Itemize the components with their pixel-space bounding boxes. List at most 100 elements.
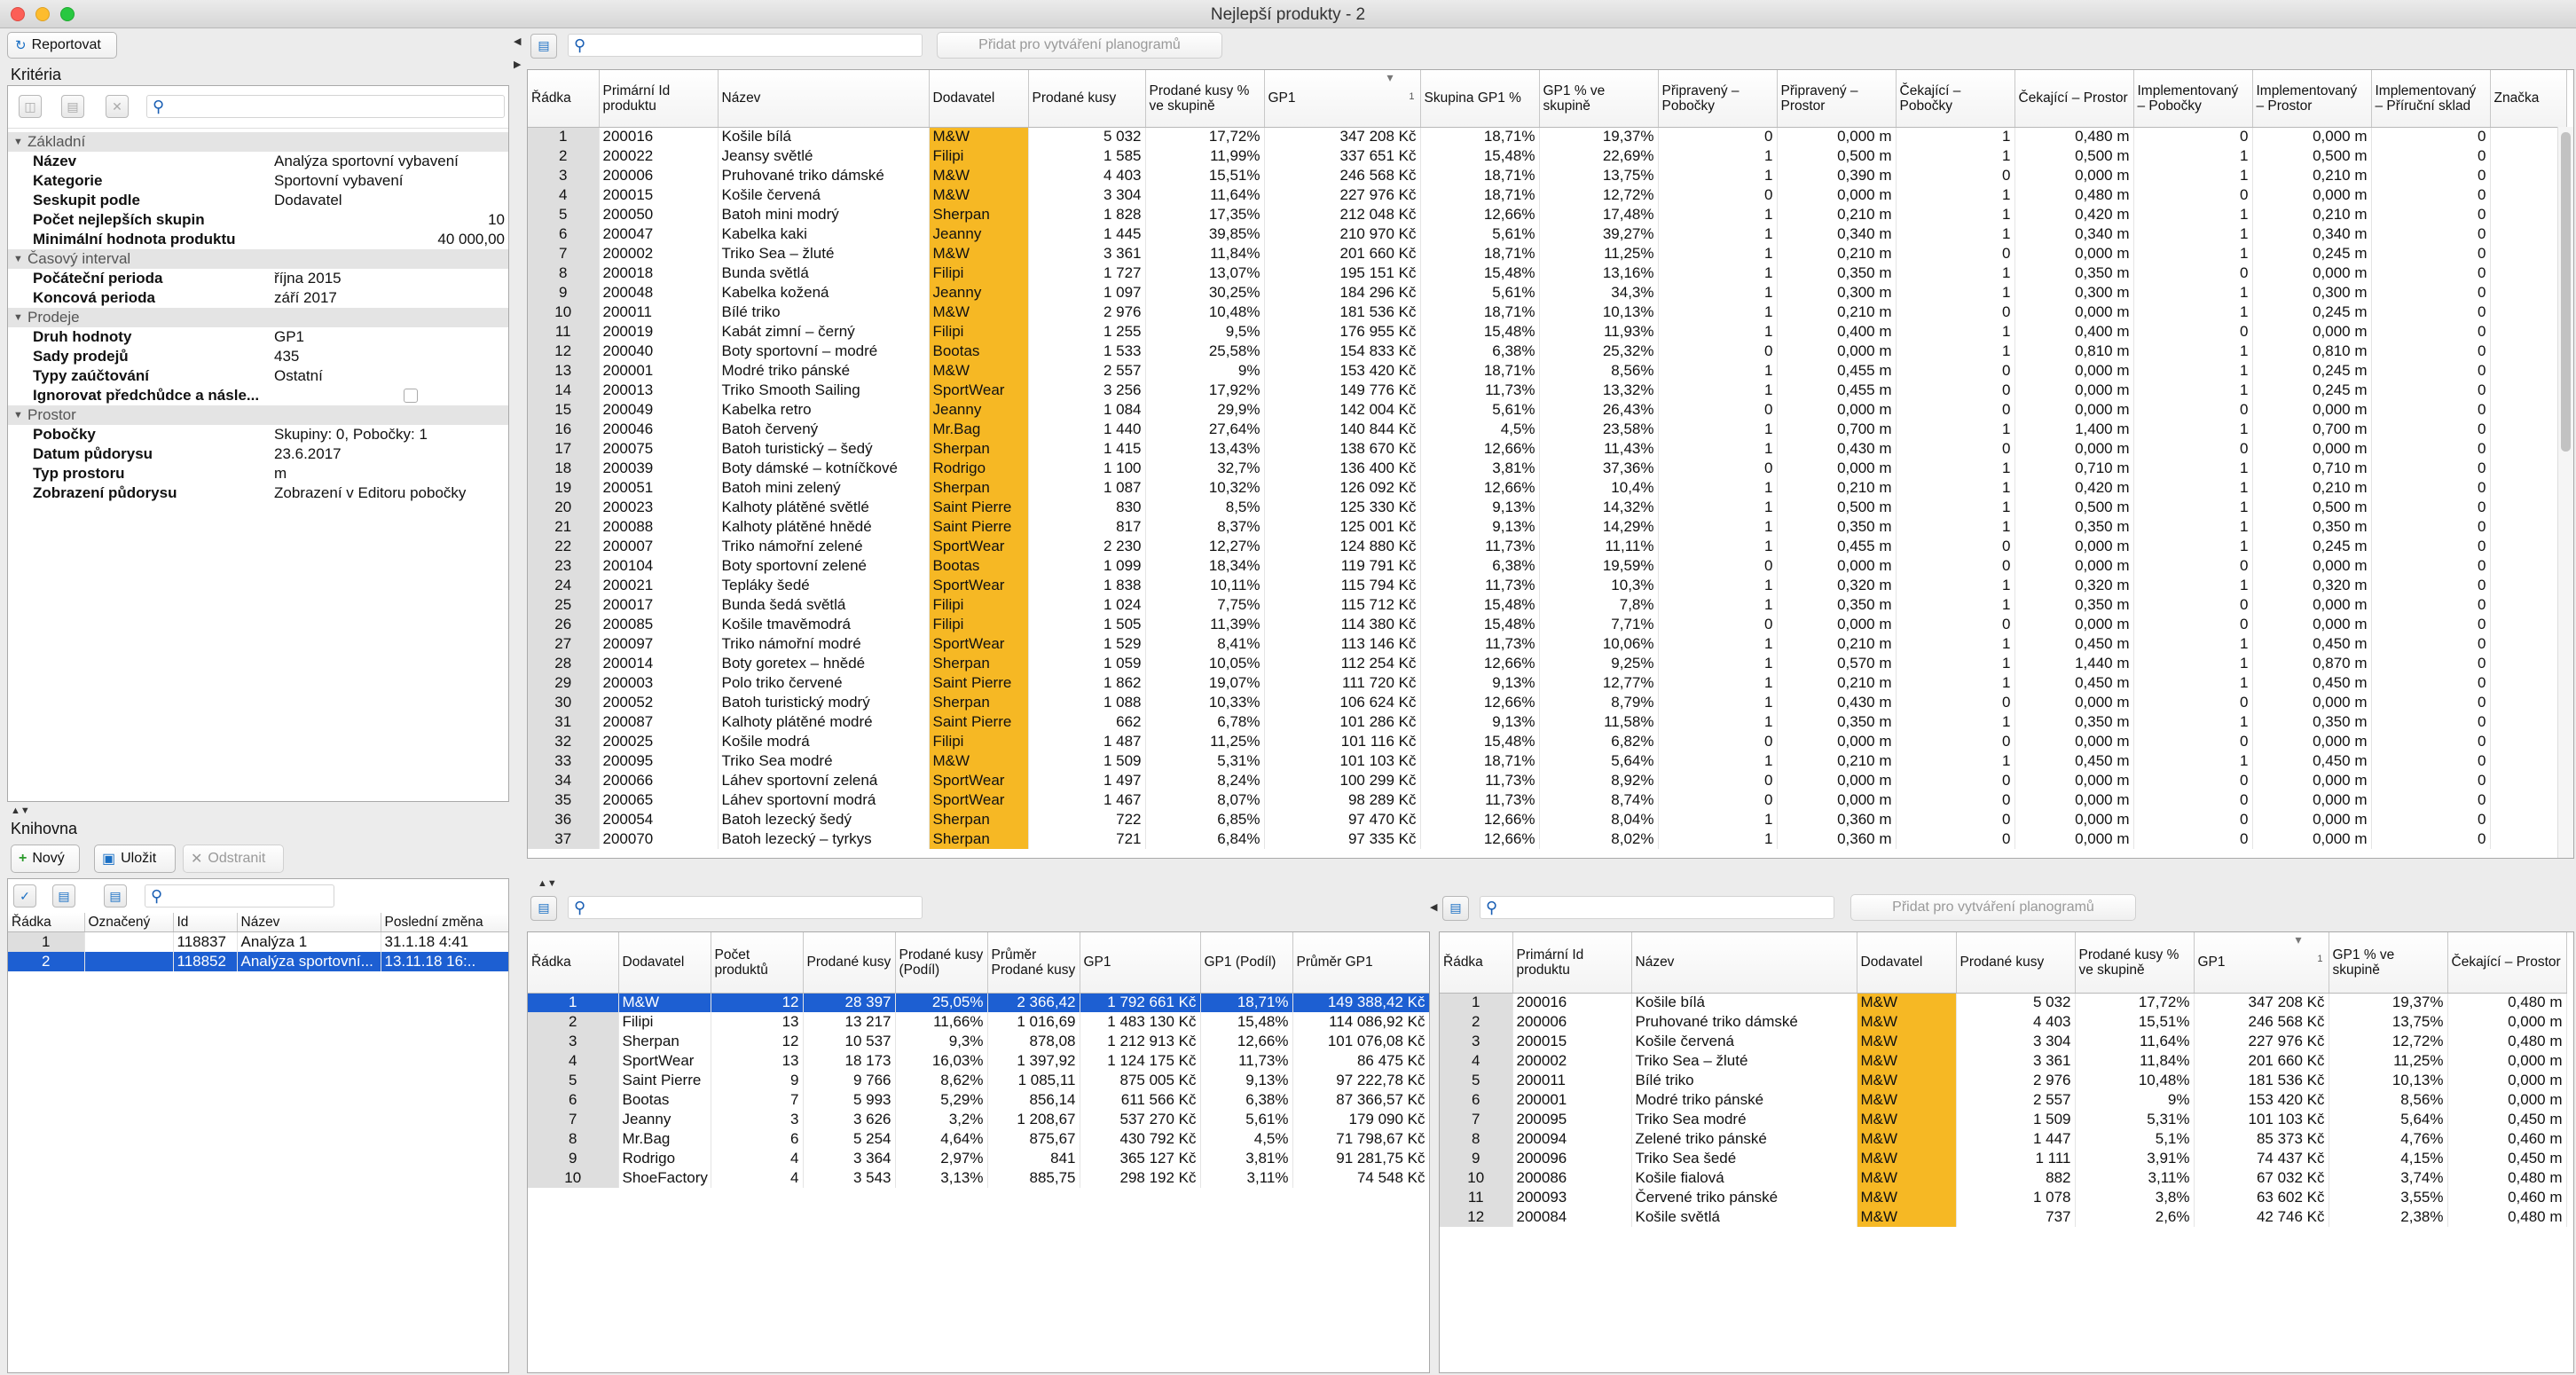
column-header[interactable]: Prodané kusy % ve skupině: [2075, 932, 2195, 994]
table-row[interactable]: 3 200006 Pruhované triko dámské M&W 4 403 15,…: [528, 166, 2566, 185]
table-row[interactable]: 1 118837 Analýza 1 31.1.18 4:41: [8, 931, 508, 952]
column-header[interactable]: Primární Id produktu: [599, 70, 719, 128]
table-row[interactable]: 14 200013 Triko Smooth Sailing SportWear 3 2…: [528, 381, 2566, 400]
criteria-row[interactable]: Kategorie Sportovní vybavení: [8, 171, 508, 191]
column-header[interactable]: Dodavatel: [1857, 932, 1957, 994]
table-row[interactable]: 20 200023 Kalhoty plátěné světlé Saint Pier…: [528, 498, 2566, 517]
column-header[interactable]: Prodané kusy: [1956, 932, 2076, 994]
column-header[interactable]: GP1: [1080, 932, 1201, 994]
clear-icon[interactable]: ✕: [106, 95, 129, 118]
table-row[interactable]: 17 200075 Batoh turistický – šedý Sherpan 1 …: [528, 439, 2566, 459]
table-row[interactable]: 27 200097 Triko námořní modré SportWear 1 52…: [528, 634, 2566, 654]
table-row[interactable]: 30 200052 Batoh turistický modrý Sherpan 1 0…: [528, 693, 2566, 712]
criteria-row[interactable]: Sady prodejů 435: [8, 347, 508, 366]
table-row[interactable]: 12 200040 Boty sportovní – modré Bootas 1 53…: [528, 342, 2566, 361]
criteria-row[interactable]: Typ prostoru m: [8, 464, 508, 483]
criteria-section-header[interactable]: Prostor: [8, 405, 508, 425]
column-header[interactable]: Prodané kusy: [803, 932, 896, 994]
deselect-icon[interactable]: ▤: [52, 884, 75, 908]
table-row[interactable]: 6 Bootas 7 5 993 5,29% 856,14 611 566 Kč 6,38% 8…: [528, 1090, 1429, 1110]
table-row[interactable]: 9 200048 Kabelka kožená Jeanny 1 097 30,25% 18…: [528, 283, 2566, 302]
bin-icon[interactable]: ▤: [1442, 896, 1469, 921]
table-row[interactable]: 3 Sherpan 12 10 537 9,3% 878,08 1 212 913 Kč 12…: [528, 1032, 1429, 1051]
table-row[interactable]: 7 200002 Triko Sea – žluté M&W 3 361 11,84% 20…: [528, 244, 2566, 263]
table-row[interactable]: 10 200086 Košile fialová M&W 882 3,11% 67 032 …: [1440, 1168, 2567, 1188]
column-header[interactable]: Průměr Prodané kusy: [987, 932, 1080, 994]
column-header[interactable]: GP1 1 ▾: [2194, 932, 2329, 994]
table-row[interactable]: 1 M&W 12 28 397 25,05% 2 366,42 1 792 661 Kč 18…: [528, 993, 1429, 1012]
library-search-input[interactable]: ⚲: [145, 884, 334, 908]
select-icon[interactable]: ✓: [13, 884, 36, 908]
column-header[interactable]: Název: [718, 70, 930, 128]
remove-button[interactable]: ✕ Odstranit: [183, 845, 284, 873]
column-header[interactable]: GP1 % ve skupině: [2329, 932, 2448, 994]
table-row[interactable]: 5 200050 Batoh mini modrý Sherpan 1 828 17,35…: [528, 205, 2566, 224]
scrollbar-thumb[interactable]: [2561, 132, 2571, 452]
criteria-checkbox[interactable]: [404, 389, 418, 403]
table-row[interactable]: 8 200018 Bunda světlá Filipi 1 727 13,07% 195 …: [528, 263, 2566, 283]
column-header[interactable]: GP1 1 ▾: [1264, 70, 1421, 128]
criteria-row[interactable]: Název Analýza sportovní vybavení: [8, 152, 508, 171]
column-header[interactable]: Implementovaný – Pobočky: [2133, 70, 2253, 128]
new-button[interactable]: + Nový: [11, 845, 80, 873]
criteria-row[interactable]: Ignorovat předchůdce a násle...: [8, 386, 508, 405]
column-header[interactable]: Název: [1631, 932, 1857, 994]
column-header[interactable]: Řádka: [8, 913, 85, 932]
column-header[interactable]: GP1 % ve skupině: [1539, 70, 1659, 128]
table-row[interactable]: 7 200095 Triko Sea modré M&W 1 509 5,31% 101 1…: [1440, 1110, 2567, 1129]
column-header[interactable]: Připravený – Prostor: [1777, 70, 1897, 128]
table-row[interactable]: 9 Rodrigo 4 3 364 2,97% 841 365 127 Kč 3,81% 91 …: [528, 1149, 1429, 1168]
table-row[interactable]: 1 200016 Košile bílá M&W 5 032 17,72% 347 208 …: [528, 127, 2566, 146]
column-header[interactable]: GP1 (Podíl): [1200, 932, 1293, 994]
group-products-search-input[interactable]: ⚲: [1480, 896, 1834, 919]
table-row[interactable]: 28 200014 Boty goretex – hnědé Sherpan 1 059…: [528, 654, 2566, 673]
table-row[interactable]: 5 Saint Pierre 9 9 766 8,62% 1 085,11 875 005 …: [528, 1071, 1429, 1090]
table-row[interactable]: 19 200051 Batoh mini zelený Sherpan 1 087 10,…: [528, 478, 2566, 498]
criteria-section-header[interactable]: Základní: [8, 132, 508, 152]
table-row[interactable]: 2 118852 Analýza sportovní... 13.11.18 16:.…: [8, 951, 508, 971]
table-row[interactable]: 4 200015 Košile červená M&W 3 304 11,64% 227 9…: [528, 185, 2566, 205]
report-button[interactable]: ↻ Reportovat: [7, 32, 117, 59]
products-search-input[interactable]: ⚲: [568, 34, 923, 57]
criteria-row[interactable]: Počáteční perioda října 2015: [8, 269, 508, 288]
column-header[interactable]: Označený: [84, 913, 174, 932]
table-row[interactable]: 8 Mr.Bag 6 5 254 4,64% 875,67 430 792 Kč 4,5% 71…: [528, 1129, 1429, 1149]
column-header[interactable]: Připravený – Pobočky: [1658, 70, 1778, 128]
column-header[interactable]: Řádka: [528, 932, 619, 994]
table-row[interactable]: 31 200087 Kalhoty plátěné modré Saint Pierr…: [528, 712, 2566, 732]
column-header[interactable]: Implementovaný – Příruční sklad: [2371, 70, 2491, 128]
save-button[interactable]: ▣ Uložit: [94, 845, 176, 873]
bin-icon[interactable]: ▤: [530, 34, 557, 59]
table-row[interactable]: 10 ShoeFactory 4 3 543 3,13% 885,75 298 192 Kč…: [528, 1168, 1429, 1188]
table-row[interactable]: 16 200046 Batoh červený Mr.Bag 1 440 27,64% 14…: [528, 420, 2566, 439]
paste-icon[interactable]: ▤: [61, 95, 84, 118]
table-row[interactable]: 11 200093 Červené triko pánské M&W 1 078 3,8%…: [1440, 1188, 2567, 1207]
table-row[interactable]: 23 200104 Boty sportovní zelené Bootas 1 099…: [528, 556, 2566, 576]
criteria-row[interactable]: Zobrazení půdorysu Zobrazení v Editoru po…: [8, 483, 508, 503]
table-row[interactable]: 8 200094 Zelené triko pánské M&W 1 447 5,1% 85…: [1440, 1129, 2567, 1149]
table-row[interactable]: 7 Jeanny 3 3 626 3,2% 1 208,67 537 270 Kč 5,61%…: [528, 1110, 1429, 1129]
splitter-arrows-icon[interactable]: ▲▼: [11, 805, 30, 816]
column-header[interactable]: Název: [237, 913, 381, 932]
column-header[interactable]: Prodané kusy (Podíl): [895, 932, 988, 994]
criteria-search-input[interactable]: ⚲: [146, 95, 505, 118]
table-row[interactable]: 6 200047 Kabelka kaki Jeanny 1 445 39,85% 210 …: [528, 224, 2566, 244]
table-row[interactable]: 37 200070 Batoh lezecký – tyrkys Sherpan 721…: [528, 829, 2566, 849]
column-header[interactable]: Prodané kusy: [1028, 70, 1146, 128]
table-row[interactable]: 3 200015 Košile červená M&W 3 304 11,64% 227 9…: [1440, 1032, 2567, 1051]
table-row[interactable]: 5 200011 Bílé triko M&W 2 976 10,48% 181 536 K…: [1440, 1071, 2567, 1090]
column-header[interactable]: Průměr GP1: [1292, 932, 1429, 994]
table-row[interactable]: 15 200049 Kabelka retro Jeanny 1 084 29,9% 142…: [528, 400, 2566, 420]
column-header[interactable]: Id: [173, 913, 238, 932]
criteria-row[interactable]: Druh hodnoty GP1: [8, 327, 508, 347]
column-header[interactable]: Značka: [2490, 70, 2567, 128]
table-row[interactable]: 9 200096 Triko Sea šedé M&W 1 111 3,91% 74 437…: [1440, 1149, 2567, 1168]
splitter-arrows-icon[interactable]: ▲▼: [538, 878, 557, 889]
criteria-section-header[interactable]: Prodeje: [8, 308, 508, 327]
table-row[interactable]: 24 200021 Tepláky šedé SportWear 1 838 10,11%…: [528, 576, 2566, 595]
table-row[interactable]: 25 200017 Bunda šedá světlá Filipi 1 024 7,75…: [528, 595, 2566, 615]
column-header[interactable]: Skupina GP1 %: [1420, 70, 1540, 128]
column-header[interactable]: Poslední změna: [381, 913, 508, 932]
groups-search-input[interactable]: ⚲: [568, 896, 923, 919]
copy-icon[interactable]: ◫: [19, 95, 42, 118]
